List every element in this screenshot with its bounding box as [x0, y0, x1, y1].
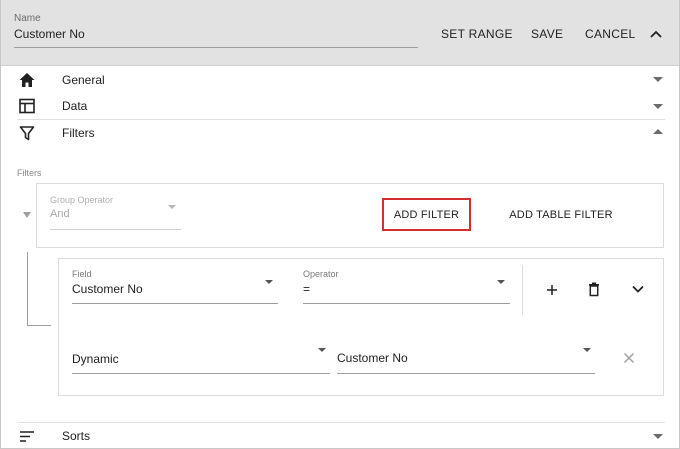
filters-caption: Filters	[17, 168, 42, 178]
field-underline	[72, 303, 278, 304]
value-type-select[interactable]: Dynamic	[72, 352, 119, 366]
trash-icon	[589, 282, 599, 297]
expand-condition-button[interactable]	[631, 283, 645, 295]
editor-header: Name Customer No SET RANGE SAVE CANCEL	[1, 0, 679, 66]
cancel-button[interactable]: CANCEL	[585, 27, 635, 41]
dropdown-caret-icon[interactable]	[583, 348, 591, 352]
operator-select[interactable]: =	[303, 282, 310, 296]
group-operator-label: Group Operator	[50, 195, 114, 205]
filter-condition	[58, 258, 664, 396]
set-range-button[interactable]: SET RANGE	[441, 27, 513, 41]
dropdown-caret-icon[interactable]	[318, 348, 326, 352]
section-filters[interactable]: Filters	[1, 120, 679, 146]
delete-condition-button[interactable]	[586, 281, 602, 297]
chevron-up-icon[interactable]	[650, 30, 662, 38]
close-icon	[623, 352, 635, 364]
add-condition-button[interactable]	[544, 282, 560, 298]
field-label: Field	[72, 269, 92, 279]
caret-up-icon[interactable]	[653, 129, 663, 134]
value-select[interactable]: Customer No	[337, 351, 408, 365]
operator-label: Operator	[303, 269, 339, 279]
section-sorts-label: Sorts	[62, 429, 91, 443]
section-general-label: General	[62, 73, 105, 87]
group-operator-select[interactable]: And	[50, 208, 70, 220]
tree-connector	[27, 252, 28, 326]
caret-down-icon[interactable]	[653, 77, 663, 82]
section-general[interactable]: General	[1, 67, 679, 93]
add-filter-button[interactable]: ADD FILTER	[382, 198, 471, 231]
caret-down-icon[interactable]	[653, 434, 663, 439]
sort-icon	[20, 431, 34, 442]
section-data[interactable]: Data	[1, 93, 679, 119]
tree-connector	[27, 325, 51, 326]
dropdown-caret-icon[interactable]	[265, 280, 273, 284]
collapse-group-icon[interactable]	[23, 212, 31, 218]
field-select[interactable]: Customer No	[72, 282, 143, 296]
caret-down-icon[interactable]	[653, 104, 663, 109]
group-operator-underline	[50, 229, 181, 230]
section-filters-label: Filters	[62, 126, 95, 140]
add-table-filter-button[interactable]: ADD TABLE FILTER	[501, 199, 621, 230]
name-field[interactable]: Customer No	[14, 27, 85, 41]
record-editor: Name Customer No SET RANGE SAVE CANCEL G…	[0, 0, 680, 449]
name-label: Name	[14, 13, 41, 24]
plus-icon	[547, 285, 557, 295]
home-icon	[19, 73, 35, 87]
value-type-underline	[72, 373, 330, 374]
operator-underline	[303, 303, 510, 304]
chevron-down-icon	[632, 285, 644, 293]
dropdown-caret-icon[interactable]	[168, 205, 176, 209]
clear-value-button[interactable]	[623, 352, 635, 364]
value-underline	[337, 373, 595, 374]
dropdown-caret-icon[interactable]	[497, 280, 505, 284]
save-button[interactable]: SAVE	[531, 27, 563, 41]
section-data-label: Data	[62, 99, 88, 113]
filter-icon	[19, 126, 35, 141]
name-field-underline	[14, 47, 418, 48]
actions-divider	[522, 265, 523, 315]
table-icon	[19, 98, 35, 114]
section-sorts[interactable]: Sorts	[1, 423, 679, 448]
